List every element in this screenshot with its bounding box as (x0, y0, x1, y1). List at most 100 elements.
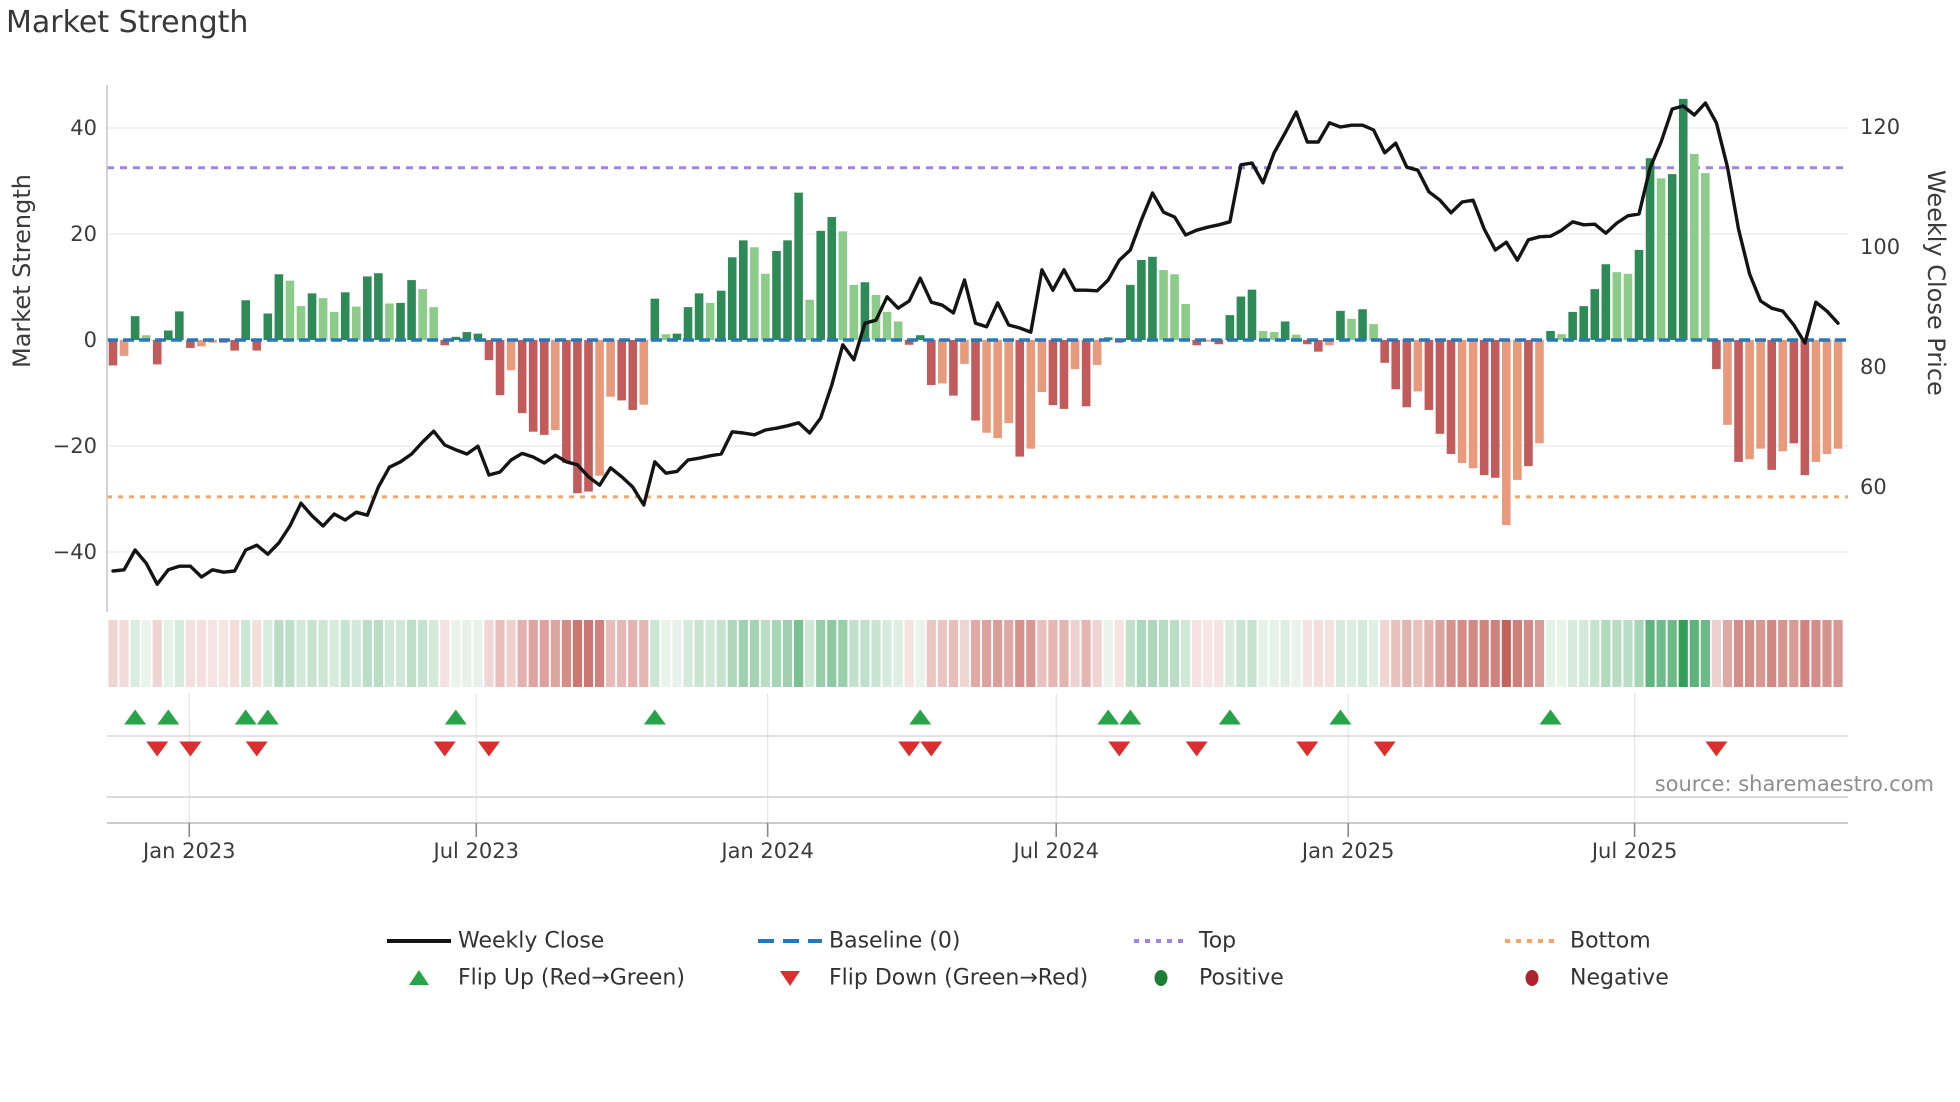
heatmap-cell (1070, 620, 1080, 687)
heatmap-cell (959, 620, 970, 687)
flip-up-marker (643, 709, 666, 725)
heatmap-cell (1357, 620, 1368, 687)
dashes-legend-marker (758, 939, 822, 943)
heatmap-cell (1192, 620, 1202, 687)
heatmap-cell (904, 620, 914, 687)
heatmap-cell (495, 620, 505, 687)
heatmap-cell (760, 620, 771, 687)
strength-bar (1612, 272, 1622, 340)
flip-up-marker (444, 709, 467, 725)
strength-bar (584, 340, 593, 492)
heatmap-cell (793, 620, 804, 687)
heatmap-cell (1291, 620, 1301, 687)
strength-bar (285, 280, 295, 340)
heatmap-cell (1402, 620, 1412, 687)
flip-down-marker (1108, 741, 1131, 757)
heatmap-cell (816, 620, 826, 687)
heatmap-cell (318, 620, 328, 687)
strength-bar (1535, 340, 1544, 444)
heatmap-cell (1413, 620, 1423, 687)
strength-bar (1369, 324, 1378, 340)
strength-bar (761, 273, 770, 340)
flip-down-marker (898, 741, 921, 757)
strength-bar (1656, 178, 1666, 340)
heatmap-cell (981, 620, 992, 687)
heatmap-cell (1756, 620, 1766, 687)
heatmap-cell (970, 620, 981, 687)
line-legend-marker (387, 939, 451, 943)
heatmap-cell (1479, 620, 1489, 687)
right-tick-label: 80 (1860, 355, 1887, 379)
heatmap-cell (340, 620, 350, 687)
flip-down-marker (477, 741, 500, 757)
strength-bar (849, 284, 859, 340)
strength-bar (1336, 310, 1345, 340)
heatmap-cell (406, 620, 417, 687)
heatmap-cell (893, 620, 903, 687)
heatmap-cell (329, 620, 339, 687)
heatmap-cell (1556, 620, 1567, 687)
strength-bar (396, 302, 405, 340)
heatmap-cell (1026, 620, 1036, 687)
heatmap-cell (218, 620, 229, 687)
heatmap-cell (1833, 620, 1843, 687)
heatmap-cell (528, 620, 538, 687)
legend-item-marker (755, 928, 825, 954)
heatmap-cell (1811, 620, 1821, 687)
dot-legend-marker (1525, 970, 1539, 986)
strength-bar (1822, 340, 1832, 454)
heatmap-cell (174, 620, 184, 687)
strength-bar (1004, 340, 1013, 424)
strength-bar (1435, 340, 1445, 434)
strength-bar (108, 340, 118, 366)
heatmap-cell (993, 620, 1003, 687)
heatmap-cell (119, 620, 129, 687)
tri-up-legend-marker (409, 970, 429, 985)
heatmap-cell (517, 620, 527, 687)
heatmap-cell (694, 620, 704, 687)
dot-legend-marker (1154, 970, 1168, 986)
heatmap-cell (1645, 620, 1655, 687)
heatmap-cell (1147, 620, 1158, 687)
heatmap-cell (1247, 620, 1257, 687)
flip-down-marker (1373, 741, 1396, 757)
legend-item-marker (384, 928, 454, 954)
flip-up-marker (124, 709, 147, 725)
gridlines (107, 127, 1848, 823)
heatmap-cell (296, 620, 306, 687)
x-tick-label: Jul 2024 (1013, 839, 1099, 863)
x-tick-label: Jul 2025 (1591, 839, 1678, 863)
heatmap-cell (130, 620, 140, 687)
strength-bar (1092, 340, 1102, 365)
strength-bar (805, 299, 814, 340)
strength-bar (1568, 311, 1577, 340)
heatmap-cell (1568, 620, 1578, 687)
strength-bar (1280, 321, 1290, 340)
heatmap-cell (594, 620, 605, 687)
strength-bar (517, 340, 527, 414)
legend-item-label: Positive (1199, 965, 1284, 991)
market-strength-figure: Market Strength Market Strength Weekly C… (0, 0, 1960, 1102)
heatmap-cell (1656, 620, 1666, 687)
heatmap-cell (1523, 620, 1534, 687)
legend-item-marker (755, 965, 825, 991)
heatmap-cell (606, 620, 616, 687)
strength-bar (1402, 340, 1412, 408)
heatmap-cell (1457, 620, 1467, 687)
strength-bar (1811, 340, 1821, 462)
heatmap-cell (782, 620, 793, 687)
left-tick-label: −20 (52, 434, 97, 458)
strength-bar (551, 340, 560, 431)
flip-up-marker (1119, 709, 1142, 725)
strength-bar (1170, 274, 1179, 340)
heatmap-cell (539, 620, 549, 687)
heatmap-cell (1501, 620, 1511, 687)
legend-item-label: Negative (1570, 965, 1669, 991)
strength-bar (694, 293, 704, 340)
strength-bar (1513, 340, 1522, 480)
strength-bar (1502, 340, 1511, 525)
flip-down-marker (1185, 741, 1208, 757)
strength-bar (783, 240, 792, 340)
strength-bar (1678, 98, 1688, 340)
flip-down-marker (245, 741, 268, 757)
